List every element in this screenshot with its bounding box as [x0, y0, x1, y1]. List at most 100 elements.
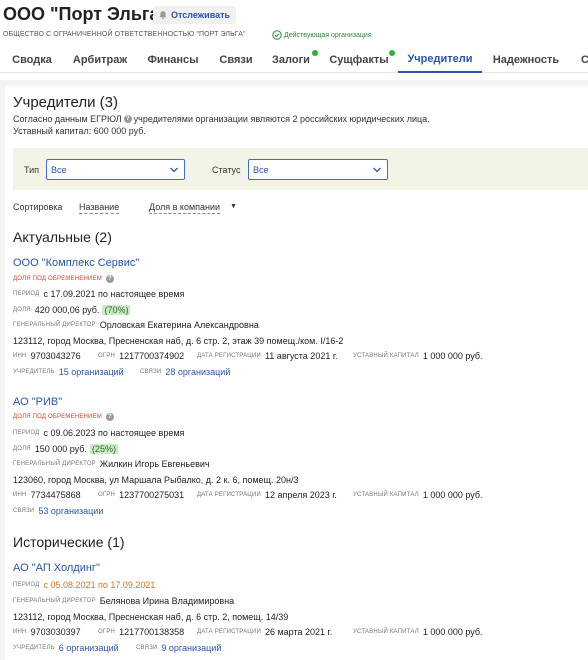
inn-value: 9703030397 [30, 627, 81, 637]
ogrn-label: ОГРН [98, 492, 116, 498]
type-select[interactable]: Все [46, 159, 185, 180]
follow-label: Отслеживать [171, 10, 231, 20]
follow-button[interactable]: Отслеживать [153, 6, 237, 24]
bell-icon [159, 11, 167, 20]
reg-date-field: ДАТА РЕГИСТРАЦИИ 12 апреля 2023 г. [197, 490, 337, 500]
links-link[interactable]: 28 организаций [165, 367, 230, 377]
reg-date-label: ДАТА РЕГИСТРАЦИИ [197, 629, 261, 635]
sort-by-share[interactable]: Доля в компании [149, 202, 221, 214]
capital-label: УСТАВНЫЙ КАПИТАЛ [353, 492, 419, 498]
help-icon[interactable]: ? [105, 413, 114, 421]
new-indicator-dot [389, 50, 395, 56]
inn-label: ИНН [13, 353, 27, 359]
reg-date-field: ДАТА РЕГИСТРАЦИИ 11 августа 2021 г. [197, 351, 338, 361]
tab-finance[interactable]: Финансы [136, 46, 210, 73]
links-label: СВЯЗИ [136, 645, 158, 651]
director-label: ГЕНЕРАЛЬНЫЙ ДИРЕКТОР [13, 461, 96, 467]
current-founders-heading: Актуальные (2) [13, 229, 112, 245]
ogrn-value: 1237700275031 [119, 490, 185, 500]
share-row: ДОЛЯ 420 000,06 руб. (70%) [13, 305, 131, 315]
tab-reliability[interactable]: Надежность [482, 46, 570, 73]
reg-date-value: 26 марта 2021 г. [264, 627, 333, 637]
inn-field: ИНН 9703043276 [13, 351, 81, 361]
tab-summary[interactable]: Сводка [0, 46, 64, 73]
capital-field: УСТАВНЫЙ КАПИТАЛ 1 000 000 руб. [353, 351, 483, 361]
new-indicator-dot [312, 50, 318, 56]
links-label: СВЯЗИ [140, 369, 162, 375]
share-value: 420 000,06 руб. [34, 305, 100, 315]
reg-date-label: ДАТА РЕГИСТРАЦИИ [197, 492, 261, 498]
inn-value: 9703043276 [30, 351, 81, 361]
status-select[interactable]: Все [248, 159, 388, 180]
tab-founders[interactable]: Учредители [398, 46, 482, 73]
ogrn-label: ОГРН [98, 353, 116, 359]
reg-date-field: ДАТА РЕГИСТРАЦИИ 26 марта 2021 г. [197, 627, 332, 637]
tab-facts[interactable]: Сущфакты [320, 46, 398, 73]
inn-label: ИНН [13, 629, 27, 635]
type-filter-label: Тип [24, 165, 40, 175]
chevron-down-icon [373, 167, 381, 173]
capital-value: 1 000 000 руб. [422, 351, 483, 361]
director-row: ГЕНЕРАЛЬНЫЙ ДИРЕКТОР Орловская Екатерина … [13, 320, 259, 330]
share-percent: (25%) [89, 444, 118, 454]
help-icon[interactable]: ? [105, 275, 114, 283]
sort-direction-icon[interactable]: ▼ [230, 203, 237, 210]
director-label: ГЕНЕРАЛЬНЫЙ ДИРЕКТОР [13, 598, 96, 604]
inn-label: ИНН [13, 492, 27, 498]
period-label: ПЕРИОД [13, 430, 40, 436]
egrul-note-text-2: учредителями организации являются 2 росс… [133, 114, 430, 124]
sort-label: Сортировка [13, 202, 63, 212]
founder-label: УЧРЕДИТЕЛЬ [13, 645, 55, 651]
capital-field: УСТАВНЫЙ КАПИТАЛ 1 000 000 руб. [353, 627, 483, 637]
founder-link[interactable]: ООО "Комплекс Сервис" [13, 257, 139, 269]
founder-of-link[interactable]: 15 организаций [59, 367, 124, 377]
capital-label: УСТАВНЫЙ КАПИТАЛ [353, 353, 419, 359]
founder-link[interactable]: АО "РИВ" [13, 396, 62, 408]
founder-of-field: УЧРЕДИТЕЛЬ 6 организаций [13, 643, 119, 653]
capital-value: 1 000 000 руб. [422, 490, 483, 500]
director-name: Белянова Ирина Владимировна [99, 596, 235, 606]
director-name: Жилкин Игорь Евгеньевич [99, 459, 210, 469]
period-row: ПЕРИОД с 17.09.2021 по настоящее время [13, 289, 184, 299]
capital-value: 1 000 000 руб. [422, 627, 483, 637]
director-name: Орловская Екатерина Александровна [99, 320, 259, 330]
share-label: ДОЛЯ [13, 446, 31, 452]
founder-link[interactable]: АО "АП Холдинг" [13, 562, 100, 574]
tab-arbitration[interactable]: Арбитраж [64, 46, 136, 73]
links-field: СВЯЗИ 28 организаций [140, 367, 230, 377]
help-icon[interactable]: ? [123, 115, 132, 123]
egrul-note: Согласно данным ЕГРЮЛ ? учредителями орг… [13, 114, 430, 124]
ogrn-field: ОГРН 1217700138358 [98, 627, 184, 637]
tab-bar: Сводка Арбитраж Финансы Связи Залоги Сущ… [0, 46, 588, 73]
reg-date-label: ДАТА РЕГИСТРАЦИИ [197, 353, 261, 359]
company-full-name: ОБЩЕСТВО С ОГРАНИЧЕННОЙ ОТВЕТСТВЕННОСТЬЮ… [3, 31, 246, 38]
ogrn-field: ОГРН 1237700275031 [98, 490, 184, 500]
inn-value: 7734475868 [30, 490, 81, 500]
ogrn-field: ОГРН 1217700374902 [98, 351, 184, 361]
type-select-value: Все [51, 164, 67, 175]
share-label: ДОЛЯ [13, 307, 31, 313]
founder-of-link[interactable]: 6 организаций [59, 643, 119, 653]
burden-badge: ДОЛЯ ПОД ОБРЕМЕНЕНИЕМ ? [13, 275, 114, 283]
director-row: ГЕНЕРАЛЬНЫЙ ДИРЕКТОР Белянова Ирина Влади… [13, 596, 234, 606]
reg-date-value: 11 августа 2021 г. [264, 351, 338, 361]
share-value: 150 000 руб. [34, 444, 87, 454]
company-title: ООО "Порт Эльга" [3, 4, 168, 24]
ogrn-label: ОГРН [98, 629, 116, 635]
tab-more[interactable]: С [570, 46, 588, 73]
links-link[interactable]: 9 организаций [161, 643, 221, 653]
status-select-value: Все [253, 164, 269, 175]
burden-text: ДОЛЯ ПОД ОБРЕМЕНЕНИЕМ [13, 276, 102, 282]
inn-field: ИНН 7734475868 [13, 490, 81, 500]
address-row: 123112, город Москва, Пресненская наб, д… [13, 612, 289, 622]
capital-field: УСТАВНЫЙ КАПИТАЛ 1 000 000 руб. [353, 490, 483, 500]
sort-by-name[interactable]: Название [79, 202, 120, 214]
links-link[interactable]: 53 организации [38, 506, 103, 516]
historical-founders-heading: Исторические (1) [13, 534, 125, 550]
chevron-down-icon [170, 167, 178, 173]
tab-links[interactable]: Связи [210, 46, 262, 73]
address-row: 123112, город Москва, Пресненская наб, д… [13, 336, 344, 346]
status-text: Действующая организация [284, 31, 372, 39]
period-label: ПЕРИОД [13, 582, 40, 588]
tab-pledges[interactable]: Залоги [262, 46, 320, 73]
